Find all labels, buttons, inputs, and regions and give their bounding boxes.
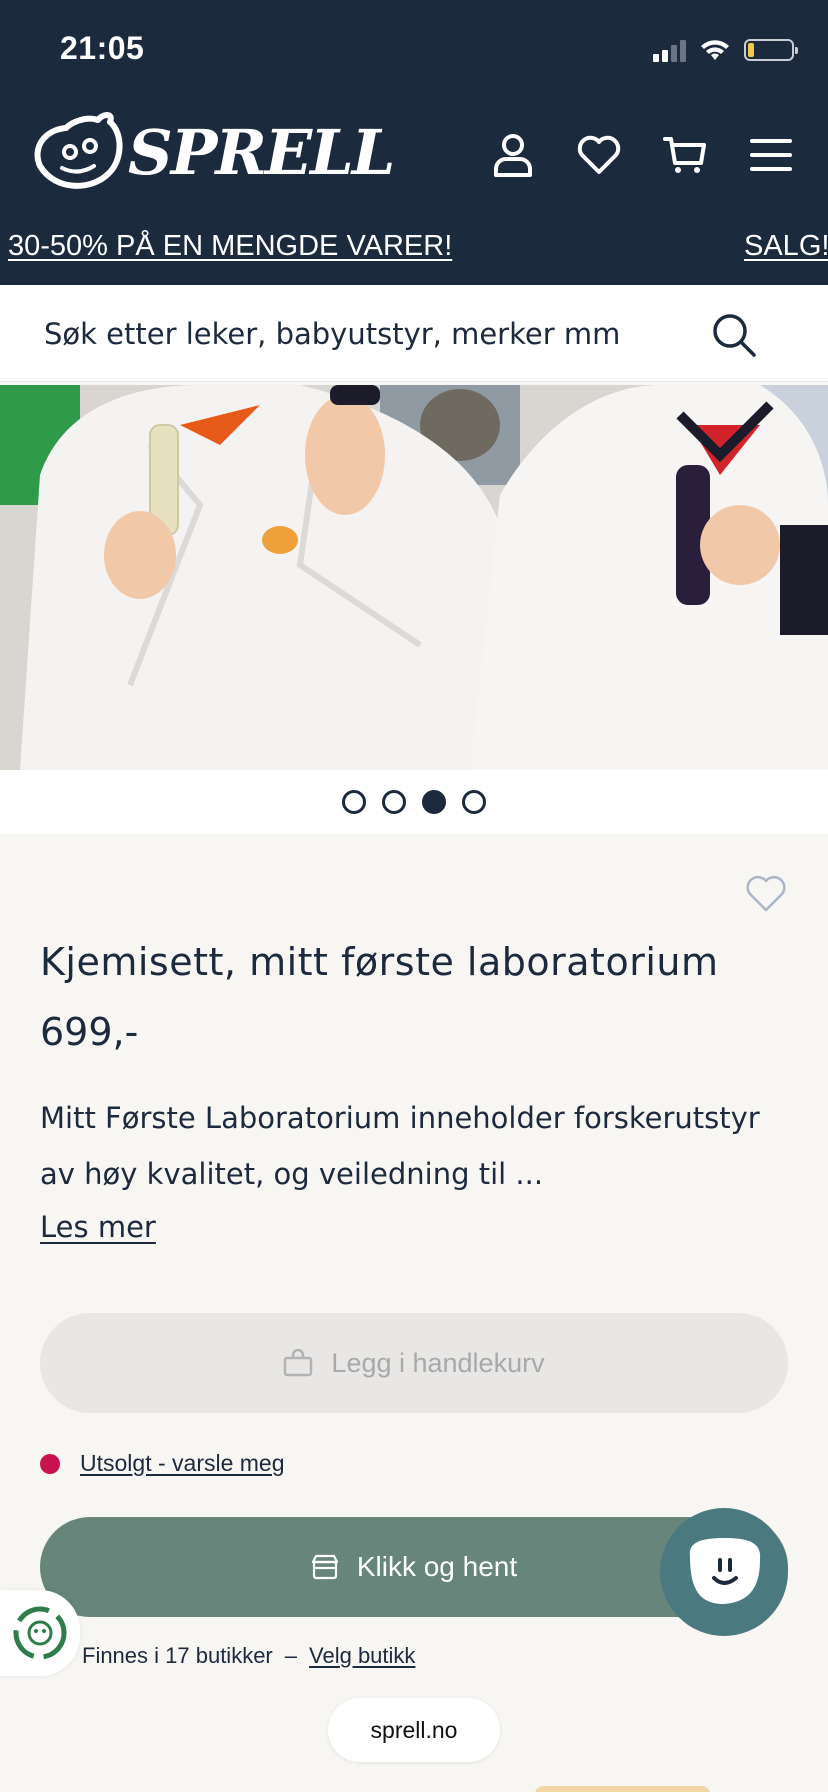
product-title: Kjemisett, mitt første laboratorium (40, 940, 719, 984)
chat-face-icon (689, 1538, 761, 1604)
eco-badge[interactable] (0, 1590, 80, 1676)
carousel-dot[interactable] (342, 790, 366, 814)
add-to-favorites-button[interactable] (744, 874, 788, 914)
header-nav (490, 132, 794, 178)
chat-button[interactable] (660, 1508, 788, 1636)
browser-url-bar[interactable]: sprell.no (328, 1698, 500, 1762)
account-button[interactable] (490, 132, 536, 178)
store-icon (311, 1554, 338, 1580)
battery-icon (744, 39, 798, 61)
signal-icon (653, 38, 686, 62)
brand-logo[interactable]: SPRELL (28, 108, 395, 208)
favorites-button[interactable] (576, 132, 622, 178)
cart-button[interactable] (662, 132, 708, 178)
carousel-dot[interactable] (462, 790, 486, 814)
promo-banner: 30-50% PÅ EN MENGDE VARER! SALG! (0, 226, 828, 270)
menu-icon (750, 139, 792, 171)
choose-store-link[interactable]: Velg butikk (309, 1643, 415, 1669)
promo-link-sale[interactable]: SALG! (744, 230, 828, 263)
status-icons (653, 36, 798, 64)
stock-status: Utsolgt - varsle meg (40, 1450, 285, 1477)
wifi-icon (701, 40, 729, 60)
search-input[interactable] (0, 285, 700, 382)
logo-face-icon (34, 112, 123, 189)
recycle-icon (13, 1606, 67, 1660)
product-price: 699,- (40, 1010, 139, 1054)
product-description: Mitt Første Laboratorium inneholder fors… (40, 1101, 760, 1191)
brand-wordmark: SPRELL (128, 116, 395, 189)
menu-button[interactable] (748, 132, 794, 178)
browser-url-text: sprell.no (370, 1716, 458, 1743)
add-to-cart-label: Legg i handlekurv (331, 1347, 545, 1378)
search-button[interactable] (710, 311, 758, 359)
site-header: 21:05 SPRELL 30-50% PÅ EN MENGDE VARER! … (0, 0, 828, 285)
out-of-stock-dot (40, 1453, 60, 1474)
promo-link-discount[interactable]: 30-50% PÅ EN MENGDE VARER! (8, 230, 452, 263)
shopping-bag-icon (284, 1349, 313, 1377)
add-to-cart-button[interactable]: Legg i handlekurv (40, 1313, 788, 1413)
bottom-sheet-peek (535, 1786, 710, 1792)
click-and-collect-label: Klikk og hent (356, 1551, 518, 1582)
heart-icon (577, 135, 621, 174)
store-availability: Finnes i 17 butikker – Velg butikk (82, 1643, 415, 1669)
user-icon (494, 134, 532, 177)
carousel-dot[interactable] (382, 790, 406, 814)
cart-icon (663, 137, 706, 173)
search-icon (713, 314, 756, 357)
product-image[interactable] (0, 385, 828, 770)
carousel-indicator (0, 770, 828, 834)
heart-outline-icon (746, 875, 786, 912)
notify-me-link[interactable]: Utsolgt - varsle meg (80, 1450, 285, 1477)
store-count-text: Finnes i 17 butikker (82, 1643, 273, 1668)
carousel-dot-active[interactable] (422, 790, 446, 814)
read-more-link[interactable]: Les mer (40, 1210, 156, 1244)
store-separator: – (284, 1643, 298, 1668)
search-bar (0, 285, 828, 382)
status-time: 21:05 (60, 30, 145, 66)
product-photo (0, 385, 828, 770)
